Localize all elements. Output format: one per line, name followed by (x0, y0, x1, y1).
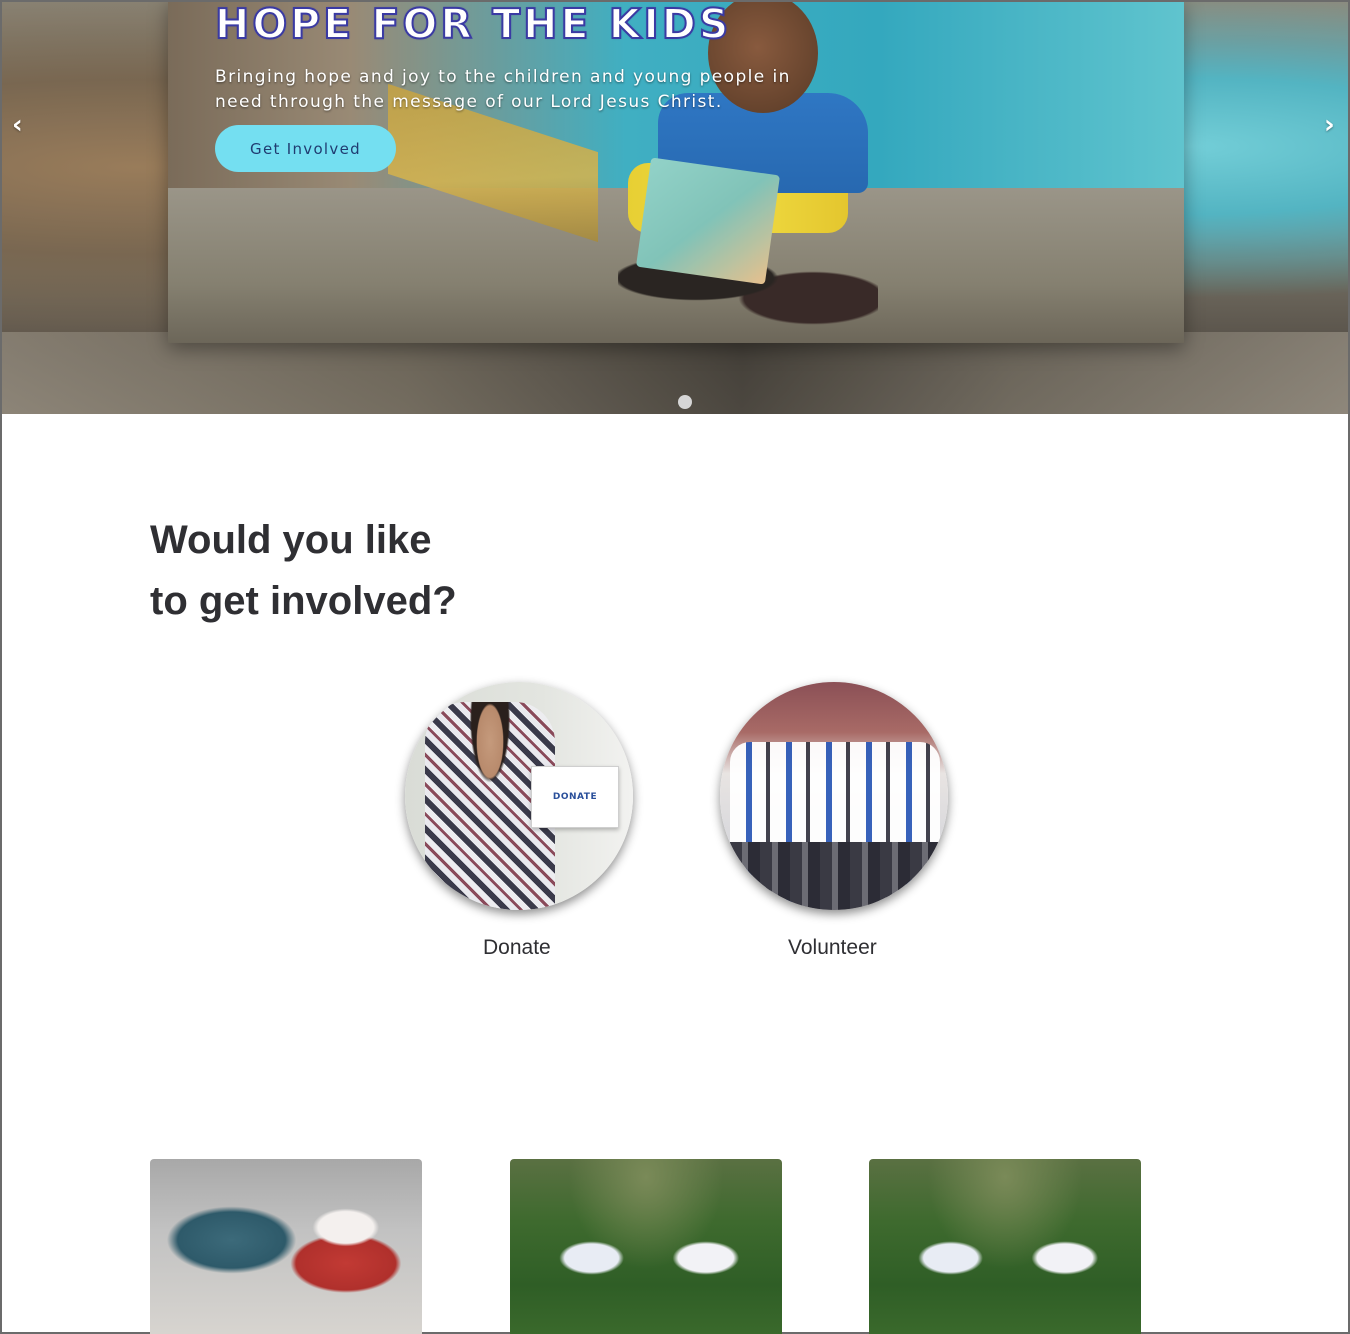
hero-carousel: HOPE FOR THE KIDS Bringing hope and joy … (2, 2, 1348, 414)
donate-box-label: DONATE (552, 792, 598, 802)
get-involved-button[interactable]: Get Involved (215, 125, 396, 172)
donate-link[interactable]: Donate (483, 936, 551, 960)
hero-slide-image (168, 2, 1184, 343)
gallery-photo-field-workers[interactable] (510, 1159, 782, 1334)
hero-title: HOPE FOR THE KIDS (214, 2, 732, 48)
donate-box: DONATE (531, 766, 619, 828)
volunteer-link[interactable]: Volunteer (788, 936, 877, 960)
carousel-indicator-dot[interactable] (678, 395, 692, 409)
heading-line-1: Would you like (150, 518, 432, 562)
gallery-photo-field-workers-2[interactable] (869, 1159, 1141, 1334)
hero-background (2, 332, 1348, 414)
hero-subtitle: Bringing hope and joy to the children an… (215, 67, 791, 112)
donate-image[interactable]: DONATE (405, 682, 633, 910)
child-photo (618, 2, 938, 328)
carousel-next-icon[interactable]: › (1324, 110, 1335, 140)
gallery-photo-children[interactable] (150, 1159, 422, 1334)
heading-line-2: to get involved? (150, 579, 457, 623)
get-involved-heading: Would you like to get involved? (150, 510, 457, 632)
carousel-prev-icon[interactable]: ‹ (12, 110, 23, 140)
volunteer-image[interactable] (720, 682, 948, 910)
